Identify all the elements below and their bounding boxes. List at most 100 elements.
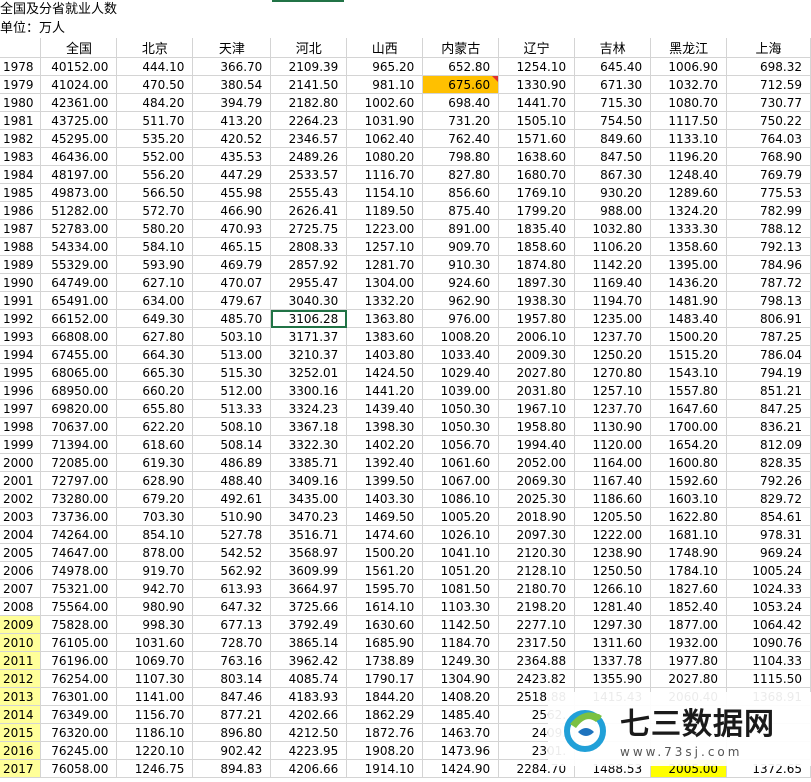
table-cell[interactable]: 1630.60 [346,615,424,634]
year-cell[interactable]: 1982 [0,129,42,148]
table-cell[interactable]: 366.70 [192,57,272,76]
table-cell[interactable]: 1835.40 [498,219,576,238]
table-cell[interactable]: 1250.50 [574,561,652,580]
table-cell[interactable]: 1337.78 [574,651,652,670]
table-cell[interactable]: 1330.90 [498,75,576,94]
table-cell[interactable]: 65491.00 [40,291,118,310]
table-cell[interactable]: 54334.00 [40,237,118,256]
table-cell[interactable]: 1481.90 [650,291,728,310]
table-cell[interactable]: 698.40 [422,93,500,112]
table-cell[interactable]: 1184.70 [422,633,500,652]
table-cell[interactable]: 1248.40 [650,165,728,184]
table-cell[interactable]: 1932.00 [650,633,728,652]
table-cell[interactable]: 1031.90 [346,111,424,130]
table-cell[interactable]: 1958.80 [498,417,576,436]
table-cell[interactable]: 1500.20 [346,543,424,562]
table-cell[interactable]: 1235.00 [574,309,652,328]
table-cell[interactable]: 2182.80 [270,93,348,112]
table-cell[interactable]: 1505.10 [498,111,576,130]
table-cell[interactable]: 1032.80 [574,219,652,238]
table-cell[interactable]: 1441.20 [346,381,424,400]
table-cell[interactable]: 679.20 [116,489,194,508]
table-cell[interactable]: 1363.80 [346,309,424,328]
table-cell[interactable]: 675.60 [422,75,500,94]
table-cell[interactable]: 45295.00 [40,129,118,148]
table-cell[interactable]: 76349.00 [40,705,118,724]
table-cell[interactable]: 942.70 [116,579,194,598]
table-cell[interactable]: 891.00 [422,219,500,238]
year-cell[interactable]: 1978 [0,57,42,76]
table-cell[interactable]: 1638.60 [498,147,576,166]
table-cell[interactable]: 1908.20 [346,741,424,760]
table-cell[interactable]: 1080.20 [346,147,424,166]
year-cell[interactable]: 2005 [0,543,42,562]
table-cell[interactable]: 803.14 [192,669,272,688]
table-cell[interactable]: 1186.10 [116,723,194,742]
table-cell[interactable]: 613.93 [192,579,272,598]
table-cell[interactable]: 1104.33 [726,651,811,670]
table-cell[interactable]: 875.40 [422,201,500,220]
table-cell[interactable]: 619.30 [116,453,194,472]
table-cell[interactable]: 1120.00 [574,435,652,454]
table-cell[interactable]: 3962.42 [270,651,348,670]
table-cell[interactable]: 867.30 [574,165,652,184]
table-cell[interactable]: 470.50 [116,75,194,94]
table-cell[interactable]: 896.80 [192,723,272,742]
table-cell[interactable]: 2725.75 [270,219,348,238]
table-cell[interactable]: 2109.39 [270,57,348,76]
table-cell[interactable]: 1169.40 [574,273,652,292]
table-cell[interactable]: 3435.00 [270,489,348,508]
year-cell[interactable]: 1987 [0,219,42,238]
table-cell[interactable]: 2018.90 [498,507,576,526]
table-cell[interactable]: 1194.70 [574,291,652,310]
table-cell[interactable]: 76105.00 [40,633,118,652]
table-cell[interactable]: 628.90 [116,471,194,490]
table-cell[interactable]: 902.42 [192,741,272,760]
year-cell[interactable]: 1986 [0,201,42,220]
table-cell[interactable]: 1738.89 [346,651,424,670]
table-cell[interactable]: 1064.42 [726,615,811,634]
year-cell[interactable]: 2009 [0,615,42,634]
table-cell[interactable]: 479.67 [192,291,272,310]
table-cell[interactable]: 1977.80 [650,651,728,670]
year-cell[interactable]: 1979 [0,75,42,94]
table-cell[interactable]: 3300.16 [270,381,348,400]
table-cell[interactable]: 76320.00 [40,723,118,742]
table-cell[interactable]: 924.60 [422,273,500,292]
table-cell[interactable]: 645.40 [574,57,652,76]
table-cell[interactable]: 1133.10 [650,129,728,148]
table-cell[interactable]: 1408.20 [422,687,500,706]
table-cell[interactable]: 76058.00 [40,759,118,778]
table-cell[interactable]: 1050.30 [422,399,500,418]
table-cell[interactable]: 1469.50 [346,507,424,526]
table-cell[interactable]: 1332.20 [346,291,424,310]
table-cell[interactable]: 1154.10 [346,183,424,202]
table-cell[interactable]: 3040.30 [270,291,348,310]
table-cell[interactable]: 3322.30 [270,435,348,454]
table-cell[interactable]: 728.70 [192,633,272,652]
year-cell[interactable]: 1997 [0,399,42,418]
table-cell[interactable]: 3792.49 [270,615,348,634]
table-cell[interactable]: 4223.95 [270,741,348,760]
table-cell[interactable]: 754.50 [574,111,652,130]
table-cell[interactable]: 75828.00 [40,615,118,634]
table-cell[interactable]: 1474.60 [346,525,424,544]
table-cell[interactable]: 1685.90 [346,633,424,652]
table-cell[interactable]: 1500.20 [650,327,728,346]
table-cell[interactable]: 2346.57 [270,129,348,148]
table-cell[interactable]: 572.70 [116,201,194,220]
table-cell[interactable]: 627.80 [116,327,194,346]
table-cell[interactable]: 1238.90 [574,543,652,562]
table-cell[interactable]: 486.89 [192,453,272,472]
table-cell[interactable]: 988.00 [574,201,652,220]
table-cell[interactable]: 1681.10 [650,525,728,544]
table-cell[interactable]: 1039.00 [422,381,500,400]
table-cell[interactable]: 1790.17 [346,669,424,688]
table-cell[interactable]: 484.20 [116,93,194,112]
table-cell[interactable]: 1186.60 [574,489,652,508]
table-cell[interactable]: 1051.20 [422,561,500,580]
column-header[interactable]: 吉林 [574,38,652,58]
table-cell[interactable]: 1081.50 [422,579,500,598]
table-cell[interactable]: 4212.50 [270,723,348,742]
table-cell[interactable]: 712.59 [726,75,811,94]
